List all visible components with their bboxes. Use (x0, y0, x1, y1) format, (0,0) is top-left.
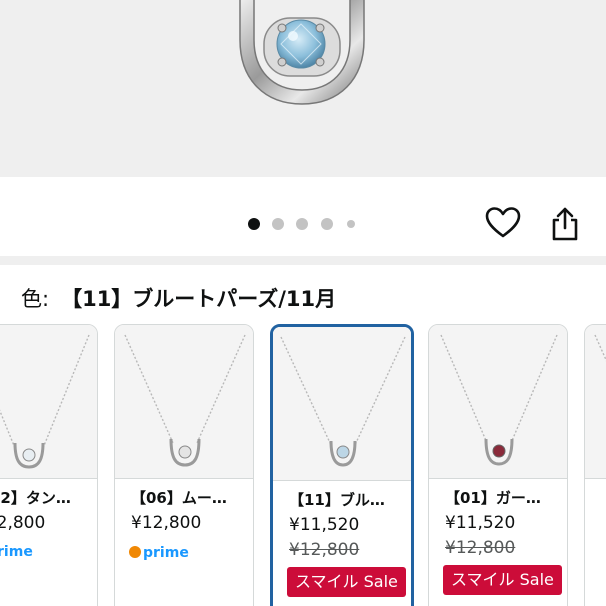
product-image[interactable] (0, 0, 606, 177)
variant-image (429, 325, 567, 479)
variant-name: 【02】タン… (0, 489, 71, 507)
variant-name: 【01】ガー… (445, 489, 541, 507)
variant-card[interactable]: 【02】タン… ¥12,800 prime (0, 324, 98, 606)
variant-card-selected[interactable]: 【11】ブル… ¥11,520 ¥12,800 スマイル Sale (270, 324, 414, 606)
variant-card[interactable] (584, 324, 606, 606)
share-button[interactable] (549, 206, 581, 242)
variant-old-price: ¥12,800 (289, 540, 360, 560)
variant-card[interactable]: 【01】ガー… ¥11,520 ¥12,800 スマイル Sale (428, 324, 568, 606)
variant-image (115, 325, 253, 479)
heart-icon (485, 207, 521, 238)
variant-card[interactable]: 【06】ムー… ¥12,800 prime (114, 324, 254, 606)
variant-carousel[interactable]: 【02】タン… ¥12,800 prime 【06】ムー… ¥12,800 pr… (0, 322, 606, 606)
variant-name: 【06】ムー… (131, 489, 227, 507)
variant-image (0, 325, 97, 479)
sale-badge: スマイル Sale (287, 567, 406, 597)
prime-check-icon (129, 546, 141, 558)
variant-price: ¥11,520 (289, 515, 360, 535)
prime-badge: prime (129, 543, 189, 563)
prime-label: prime (143, 545, 189, 561)
pager-dot[interactable] (272, 218, 284, 230)
pager-dot[interactable] (296, 218, 308, 230)
variant-image (585, 325, 606, 479)
section-divider (0, 256, 606, 265)
variant-name: 【11】ブル… (289, 491, 385, 509)
share-icon (552, 207, 578, 241)
pager-dot[interactable] (321, 218, 333, 230)
variant-price: ¥12,800 (131, 513, 202, 533)
variant-price: ¥11,520 (445, 513, 516, 533)
pager-dot-active[interactable] (248, 218, 260, 230)
prime-badge: prime (0, 542, 33, 562)
pager-dot[interactable] (347, 220, 355, 228)
variant-price: ¥12,800 (0, 513, 46, 533)
variant-old-price: ¥12,800 (445, 538, 516, 558)
sale-badge: スマイル Sale (443, 565, 562, 595)
prime-label: prime (0, 544, 33, 560)
color-label: 色: (21, 287, 50, 311)
color-selection: 色: 【11】ブルートパーズ/11月 (21, 284, 336, 314)
color-value: 【11】ブルートパーズ/11月 (61, 287, 337, 311)
favorite-button[interactable] (484, 206, 522, 240)
pendant-image (239, 0, 365, 105)
variant-image (273, 327, 411, 481)
